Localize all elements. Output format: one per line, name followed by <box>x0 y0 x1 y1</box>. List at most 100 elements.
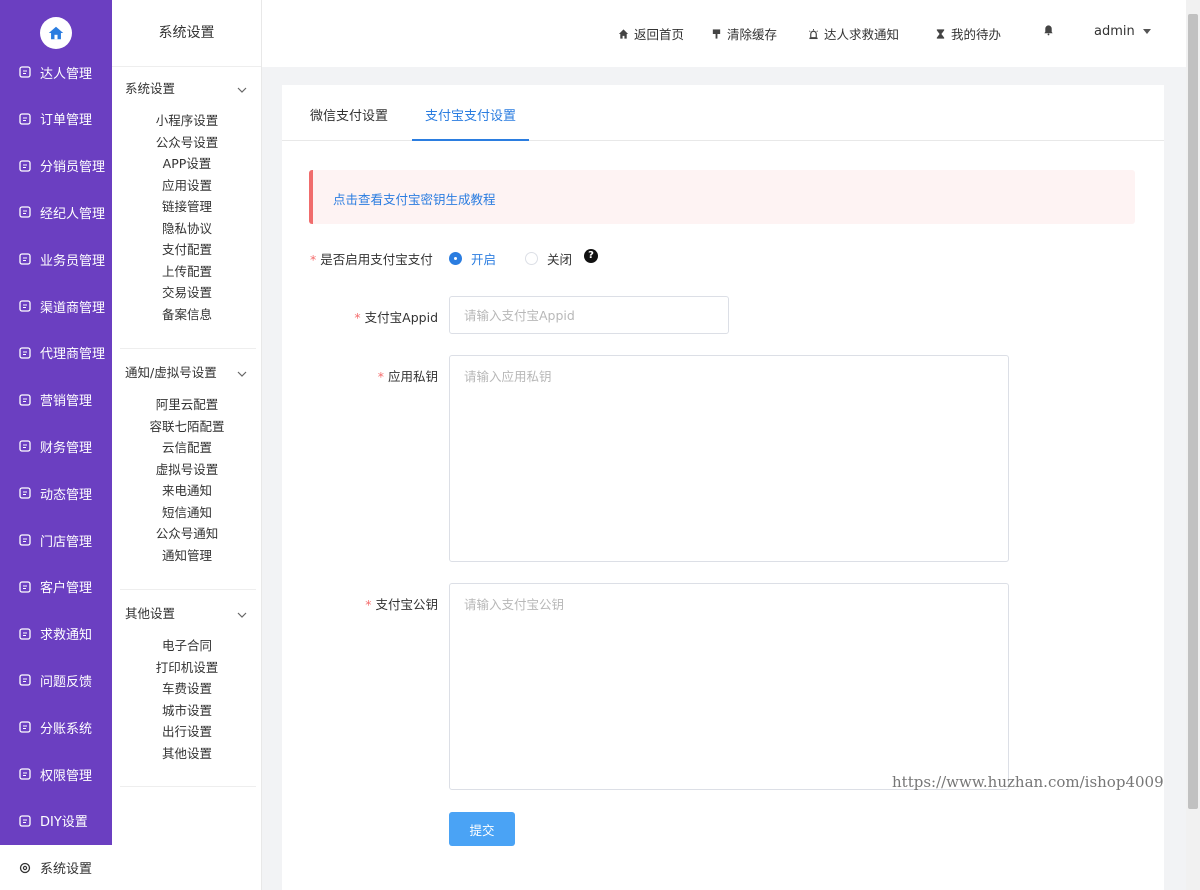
nav-item-12[interactable]: 求救通知 <box>0 611 112 657</box>
nav-item-16[interactable]: DIY设置 <box>0 798 112 844</box>
submenu-item[interactable]: 云信配置 <box>112 437 262 458</box>
nav-item-label: 权限管理 <box>40 768 93 784</box>
nav-item-11[interactable]: 客户管理 <box>0 564 112 610</box>
page-scrollbar[interactable] <box>1186 0 1200 890</box>
submenu-item[interactable]: 备案信息 <box>112 304 262 325</box>
private-key-textarea[interactable] <box>449 355 1009 562</box>
submenu-item[interactable]: 虚拟号设置 <box>112 459 262 480</box>
radio-enable-off[interactable]: 关闭 <box>525 249 572 268</box>
todo-label: 我的待办 <box>951 27 1002 42</box>
nav-item-label: 分账系统 <box>40 721 93 737</box>
help-icon[interactable]: ? <box>584 249 598 263</box>
submenu-item[interactable]: APP设置 <box>112 153 262 174</box>
radio-off-label: 关闭 <box>547 252 573 267</box>
submenu-item[interactable]: 城市设置 <box>112 700 262 721</box>
submenu-item[interactable]: 隐私协议 <box>112 218 262 239</box>
nav-item-2[interactable]: 分销员管理 <box>0 143 112 189</box>
brush-icon <box>712 28 721 39</box>
nav-item-1[interactable]: 订单管理 <box>0 96 112 142</box>
submenu-item[interactable]: 交易设置 <box>112 282 262 303</box>
scrollbar-thumb[interactable] <box>1188 14 1198 809</box>
permission-icon <box>18 767 32 781</box>
submenu-item[interactable]: 上传配置 <box>112 261 262 282</box>
sos-notice-link[interactable]: 达人求救通知 <box>808 24 899 43</box>
radio-unchecked-icon <box>525 252 538 265</box>
submenu-item[interactable]: 公众号通知 <box>112 523 262 544</box>
submenu-item[interactable]: 应用设置 <box>112 175 262 196</box>
order-icon <box>18 112 32 126</box>
notification-bell[interactable] <box>1043 24 1059 36</box>
tutorial-link[interactable]: 点击查看支付宝密钥生成教程 <box>333 189 496 208</box>
caret-down-icon <box>1142 29 1151 34</box>
nav-item-9[interactable]: 动态管理 <box>0 470 112 516</box>
nav-item-label: 门店管理 <box>40 534 93 550</box>
appid-input[interactable] <box>449 296 729 334</box>
tab-alipay[interactable]: 支付宝支付设置 <box>425 105 516 124</box>
nav-item-10[interactable]: 门店管理 <box>0 517 112 563</box>
hourglass-icon <box>936 28 945 39</box>
store-icon <box>18 533 32 547</box>
distributor-icon <box>18 159 32 173</box>
submenu-item[interactable]: 其他设置 <box>112 743 262 764</box>
main-sidebar: 达人管理订单管理分销员管理 经纪人管理 业务员管理渠道商管理代理商管理 营销管理财务管… <box>0 0 112 890</box>
enable-alipay-text: 是否启用支付宝支付 <box>320 252 433 267</box>
active-tab-indicator <box>412 139 529 141</box>
diy-icon <box>18 814 32 828</box>
submenu-item[interactable]: 链接管理 <box>112 196 262 217</box>
nav-item-8[interactable]: 财务管理 <box>0 423 112 469</box>
chevron-down-icon <box>237 608 247 618</box>
nav-item-3[interactable]: 经纪人管理 <box>0 189 112 235</box>
gear-icon <box>18 861 32 875</box>
nav-item-17[interactable]: 系统设置 <box>0 844 112 890</box>
submenu-item[interactable]: 打印机设置 <box>112 657 262 678</box>
nav-item-label: 求救通知 <box>40 628 93 644</box>
submit-button[interactable]: 提交 <box>449 812 515 846</box>
submenu-item[interactable]: 车费设置 <box>112 678 262 699</box>
todo-link[interactable]: 我的待办 <box>935 24 1001 43</box>
nav-item-label: 动态管理 <box>40 487 93 503</box>
nav-item-5[interactable]: 渠道商管理 <box>0 283 112 329</box>
nav-item-label: 渠道商管理 <box>40 300 106 316</box>
nav-item-label: 订单管理 <box>40 113 93 129</box>
radio-enable-on[interactable]: 开启 <box>449 249 496 268</box>
tab-wechat-pay[interactable]: 微信支付设置 <box>310 105 388 124</box>
nav-item-14[interactable]: 分账系统 <box>0 704 112 750</box>
marketing-icon <box>18 393 32 407</box>
nav-item-label: 财务管理 <box>40 440 93 456</box>
nav-item-4[interactable]: 业务员管理 <box>0 236 112 282</box>
submenu-group-title[interactable]: 系统设置 <box>125 78 247 97</box>
submenu-item[interactable]: 电子合同 <box>112 635 262 656</box>
user-menu[interactable]: admin <box>1094 24 1151 39</box>
private-key-label: * 应用私钥 <box>352 366 438 385</box>
submenu-item[interactable]: 出行设置 <box>112 721 262 742</box>
nav-item-7[interactable]: 营销管理 <box>0 377 112 423</box>
submenu-item[interactable]: 小程序设置 <box>112 110 262 131</box>
submenu-item[interactable]: 公众号设置 <box>112 132 262 153</box>
nav-item-13[interactable]: 问题反馈 <box>0 657 112 703</box>
top-header: 返回首页 清除缓存 达人求救通知 我的待办 admin <box>262 0 1186 67</box>
submenu-item[interactable]: 短信通知 <box>112 502 262 523</box>
submenu-item[interactable]: 阿里云配置 <box>112 394 262 415</box>
clear-cache-link[interactable]: 清除缓存 <box>711 24 777 43</box>
required-mark: * <box>354 310 361 325</box>
submenu-group-title[interactable]: 通知/虚拟号设置 <box>125 362 247 381</box>
tab-bar: 微信支付设置 支付宝支付设置 <box>282 85 1164 141</box>
submenu-group-title[interactable]: 其他设置 <box>125 603 247 622</box>
nav-item-15[interactable]: 权限管理 <box>0 751 112 797</box>
submenu-item[interactable]: 通知管理 <box>112 545 262 566</box>
public-key-textarea[interactable] <box>449 583 1009 790</box>
submenu-item[interactable]: 支付配置 <box>112 239 262 260</box>
submenu-item[interactable]: 来电通知 <box>112 480 262 501</box>
alarm-icon <box>809 28 818 39</box>
settings-submenu: 系统设置 系统设置 小程序设置 公众号设置 APP设置 应用设置 链接管理 隐私协议 支付配置… <box>112 0 262 890</box>
home-link[interactable]: 返回首页 <box>618 24 684 43</box>
enable-alipay-label: * 是否启用支付宝支付 <box>310 249 433 268</box>
watermark-text: https://www.huzhan.com/ishop4009 <box>892 773 1164 791</box>
nav-item-label: 达人管理 <box>40 66 93 82</box>
home-logo-icon[interactable] <box>40 17 72 49</box>
channel-icon <box>18 299 32 313</box>
submenu-item[interactable]: 容联七陌配置 <box>112 416 262 437</box>
nav-item-6[interactable]: 代理商管理 <box>0 330 112 376</box>
nav-item-0[interactable]: 达人管理 <box>0 49 112 95</box>
chevron-down-icon <box>237 367 247 377</box>
